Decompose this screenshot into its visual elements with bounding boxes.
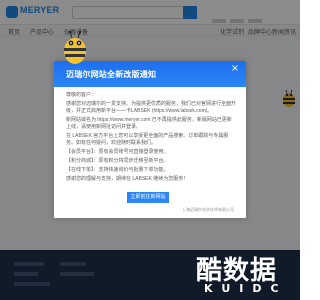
bee-mascot — [60, 30, 90, 66]
modal-paragraph: 新网站域名为 https://www.meryer.com 已不再提供此服务，新… — [66, 117, 232, 130]
modal-paragraph: 感谢您对迈瑞尔的一贯支持。为提供更优质的服务，我们已对官网进行全面升级，并正式启… — [66, 101, 236, 114]
modal-paragraph: 【会员平台】：原有会员账号可直接登录使用。 — [66, 149, 169, 155]
modal-paragraph: 感谢您的理解与支持，期待在 LABSEK 继续为您服务！ — [66, 176, 189, 182]
watermark: 酷数据 KUIDC — [186, 250, 296, 300]
go-to-new-site-button[interactable]: 立即前往新网站 — [127, 192, 169, 203]
modal-body: 尊敬的客户： 感谢您对迈瑞尔的一贯支持。为提供更优质的服务，我们已对官网进行全面… — [66, 92, 236, 187]
watermark-subtitle: KUIDC — [204, 282, 288, 295]
modal-footer-text: 上海迈瑞尔化学技术有限公司 — [182, 207, 234, 212]
modal-greeting: 尊敬的客户： — [66, 92, 97, 98]
notice-modal: 迈瑞尔网站全新改版通知 × 尊敬的客户： 感谢您对迈瑞尔的一贯支持。为提供更优质… — [54, 61, 246, 218]
modal-paragraph: 在 LABSEK 官方平台上您可以享受更全面的产品搜索、订单跟踪与专属服务。如有… — [66, 133, 229, 146]
modal-paragraph: 【在线下单】：支持快速询价与批量下单功能。 — [66, 167, 169, 173]
close-icon[interactable]: × — [230, 64, 240, 74]
modal-paragraph: 【积分商城】：原有积分将同步迁移至新平台。 — [66, 158, 169, 164]
modal-title: 迈瑞尔网站全新改版通知 — [66, 70, 157, 79]
bee-mascot-icon — [64, 30, 86, 64]
